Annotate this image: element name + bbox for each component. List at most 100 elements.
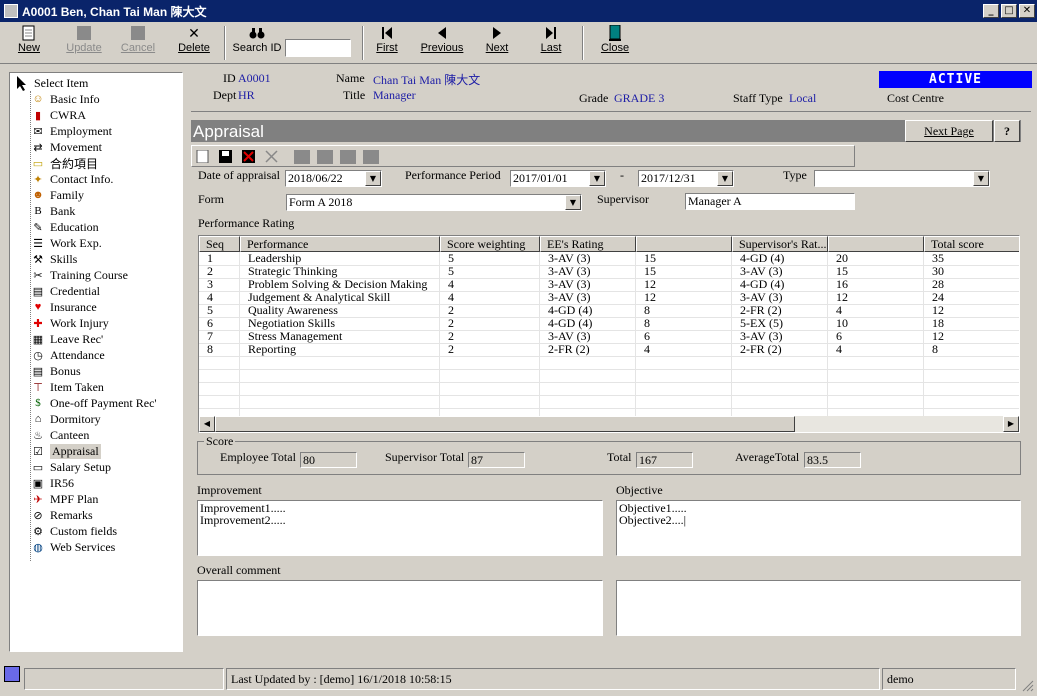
performance-rating-grid[interactable]: Seq Performance Score weighting EE's Rating… <box>198 235 1020 433</box>
table-row[interactable]: 5 Quality Awareness 2 4-GD (4) 8 2-FR (2) 4 12 <box>199 304 1019 317</box>
column-header[interactable]: Score weighting <box>440 236 540 252</box>
tree-item[interactable]: ▭ Salary Setup <box>30 459 111 475</box>
column-header[interactable]: EE's Rating <box>540 236 636 252</box>
column-header[interactable]: Seq <box>199 236 240 252</box>
close-button[interactable]: Close <box>598 24 632 62</box>
chevron-down-icon[interactable]: ▼ <box>717 171 733 186</box>
tree-item[interactable]: ☰ Work Exp. <box>30 235 102 251</box>
supervisor-label: Supervisor <box>597 192 649 206</box>
tree-item[interactable]: ▤ Bonus <box>30 363 81 379</box>
tree-item[interactable]: ⚙ Custom fields <box>30 523 117 539</box>
new-button[interactable]: New <box>14 24 44 62</box>
tree-item[interactable]: ✦ Contact Info. <box>30 171 113 187</box>
table-row[interactable]: 8 Reporting 2 2-FR (2) 4 2-FR (2) 4 8 <box>199 343 1019 356</box>
overall-comment-textarea[interactable] <box>197 580 603 636</box>
table-row[interactable]: 4 Judgement & Analytical Skill 4 3-AV (3) 12… <box>199 291 1019 304</box>
tree-item[interactable]: ◷ Attendance <box>30 347 104 363</box>
tree-root[interactable]: Select Item <box>14 75 88 91</box>
table-row[interactable]: 6 Negotiation Skills 2 4-GD (4) 8 5-EX (5) 10 1… <box>199 317 1019 330</box>
tree-item-label: Credential <box>50 283 100 298</box>
chevron-down-icon[interactable]: ▼ <box>973 171 989 186</box>
column-header[interactable] <box>828 236 924 252</box>
next-button[interactable]: Next <box>480 24 514 62</box>
date-of-appraisal-field[interactable]: 2018/06/22 ▼ <box>285 170 382 187</box>
tree-item[interactable]: ▭ 合約項目 <box>30 155 98 171</box>
resize-grip-icon[interactable] <box>1020 678 1034 692</box>
tree-item[interactable]: ✈ MPF Plan <box>30 491 98 507</box>
total-label: Total <box>607 450 632 464</box>
tree-item[interactable]: ▦ Leave Rec' <box>30 331 103 347</box>
scrollbar-thumb[interactable] <box>215 416 795 432</box>
table-row[interactable]: 2 Strategic Thinking 5 3-AV (3) 15 3-AV (3) 15… <box>199 265 1019 278</box>
tree-item[interactable]: ✉ Employment <box>30 123 112 139</box>
tree-item[interactable]: ▣ IR56 <box>30 475 74 491</box>
search-id-input[interactable] <box>285 39 351 57</box>
tree-item[interactable]: ☺ Basic Info <box>30 91 99 107</box>
grid-tool-icon[interactable] <box>294 150 310 164</box>
scroll-right-icon[interactable]: ▶ <box>1003 416 1019 432</box>
delete-button[interactable]: ✕ Delete <box>174 24 214 62</box>
improvement-textarea[interactable]: Improvement1..... Improvement2..... <box>197 500 603 556</box>
chevron-down-icon[interactable]: ▼ <box>565 195 581 210</box>
chevron-down-icon[interactable]: ▼ <box>589 171 605 186</box>
help-button[interactable]: ? <box>994 120 1020 142</box>
horizontal-scrollbar[interactable]: ◀ ▶ <box>199 416 1019 432</box>
tree-item[interactable]: ✚ Work Injury <box>30 315 108 331</box>
objective-textarea[interactable]: Objective1..... Objective2....| <box>616 500 1021 556</box>
tree-item[interactable]: ▮ CWRA <box>30 107 86 123</box>
period-from-field[interactable]: 2017/01/01 ▼ <box>510 170 606 187</box>
table-cell: 7 <box>207 330 213 343</box>
maximize-button[interactable]: □ <box>1001 4 1017 18</box>
grid-tool-icon[interactable] <box>363 150 379 164</box>
cancel-button[interactable]: Cancel <box>118 24 158 62</box>
status-bar: Last Updated by : [demo] 16/1/2018 10:58… <box>0 664 1037 694</box>
last-button[interactable]: Last <box>536 24 566 62</box>
first-button[interactable]: First <box>372 24 402 62</box>
update-button[interactable]: Update <box>62 24 106 62</box>
tree-item[interactable]: ⇄ Movement <box>30 139 102 155</box>
grid-tool-icon[interactable] <box>340 150 356 164</box>
column-header[interactable]: Supervisor's Rat... <box>732 236 828 252</box>
tree-item[interactable]: ⊤ Item Taken <box>30 379 104 395</box>
chevron-down-icon[interactable]: ▼ <box>365 171 381 186</box>
table-cell: Leadership <box>248 252 302 265</box>
cancel-record-icon[interactable] <box>242 150 256 163</box>
minimize-button[interactable]: _ <box>983 4 999 18</box>
save-record-icon[interactable] <box>219 150 233 163</box>
period-to-field[interactable]: 2017/12/31 ▼ <box>638 170 734 187</box>
tree-item[interactable]: ⌂ Dormitory <box>30 411 101 427</box>
tree-item[interactable]: $ One-off Payment Rec' <box>30 395 156 411</box>
tree-item-label: Leave Rec' <box>50 331 104 346</box>
grid-tool-icon[interactable] <box>317 150 333 164</box>
previous-button[interactable]: Previous <box>418 24 466 62</box>
table-row[interactable]: 3 Problem Solving & Decision Making 4 3-AV … <box>199 278 1019 291</box>
tree-item[interactable]: ☻ Family <box>30 187 84 203</box>
scroll-left-icon[interactable]: ◀ <box>199 416 215 432</box>
column-header[interactable]: Performance <box>240 236 440 252</box>
column-header[interactable]: Total score <box>924 236 1019 252</box>
improvement-label: Improvement <box>197 483 262 497</box>
tree-item[interactable]: ♥ Insurance <box>30 299 97 315</box>
tree-item[interactable]: ✎ Education <box>30 219 98 235</box>
table-row[interactable]: 1 Leadership 5 3-AV (3) 15 4-GD (4) 20 35 <box>199 252 1019 265</box>
table-cell: 15 <box>644 265 656 278</box>
tree-item[interactable]: ◍ Web Services <box>30 539 115 555</box>
supervisor-field[interactable]: Manager A <box>685 193 855 210</box>
tree-item[interactable]: ✂ Training Course <box>30 267 128 283</box>
column-header[interactable] <box>636 236 732 252</box>
tree-item[interactable]: ▤ Credential <box>30 283 100 299</box>
type-field[interactable]: ▼ <box>814 170 990 187</box>
tree-item[interactable]: ⊘ Remarks <box>30 507 92 523</box>
overall-comment-textarea-2[interactable] <box>616 580 1021 636</box>
table-row[interactable]: 7 Stress Management 2 3-AV (3) 6 3-AV (3) 6 12 <box>199 330 1019 343</box>
form-field[interactable]: Form A 2018 ▼ <box>286 194 582 211</box>
close-window-button[interactable]: ✕ <box>1019 4 1035 18</box>
tree-item[interactable]: ⚒ Skills <box>30 251 77 267</box>
next-page-button[interactable]: Next Page <box>905 120 993 142</box>
delete-record-icon[interactable] <box>265 150 279 163</box>
paperclip-icon: ⊘ <box>33 509 43 522</box>
tree-item[interactable]: B Bank <box>30 203 75 219</box>
tree-item[interactable]: ♨ Canteen <box>30 427 89 443</box>
new-record-icon[interactable] <box>196 150 210 163</box>
tree-item[interactable]: ☑ Appraisal <box>30 443 101 459</box>
